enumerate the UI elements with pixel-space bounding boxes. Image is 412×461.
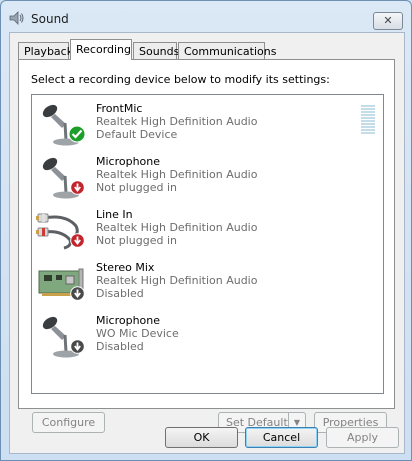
list-item[interactable]: Line In Realtek High Definition Audio No… — [32, 201, 383, 254]
tab-recording[interactable]: Recording — [70, 39, 132, 60]
device-status: Disabled — [96, 287, 144, 300]
configure-button[interactable]: Configure — [32, 412, 105, 433]
list-item[interactable]: Microphone WO Mic Device Disabled — [32, 307, 383, 360]
device-name: Line In — [96, 208, 133, 221]
unplugged-arrow-icon — [70, 180, 85, 195]
cancel-button[interactable]: Cancel — [245, 427, 318, 448]
unplugged-arrow-icon — [70, 233, 85, 248]
device-driver: Realtek High Definition Audio — [96, 168, 258, 181]
list-item[interactable]: Microphone Realtek High Definition Audio… — [32, 148, 383, 201]
device-driver: Realtek High Definition Audio — [96, 274, 258, 287]
device-status: Not plugged in — [96, 234, 178, 247]
recording-device-list[interactable]: FrontMic Realtek High Definition Audio D… — [31, 94, 384, 394]
disabled-arrow-icon — [70, 286, 85, 301]
device-name: Microphone — [96, 155, 161, 168]
device-status: Not plugged in — [96, 181, 178, 194]
recording-tab-panel: Select a recording device below to modif… — [18, 59, 395, 433]
instruction-text: Select a recording device below to modif… — [31, 73, 330, 86]
speaker-icon — [9, 11, 24, 25]
close-button[interactable]: ✕ — [373, 12, 403, 30]
list-item[interactable]: FrontMic Realtek High Definition Audio D… — [32, 95, 383, 148]
tab-sounds[interactable]: Sounds — [133, 42, 179, 59]
apply-button[interactable]: Apply — [326, 427, 399, 448]
list-item[interactable]: Stereo Mix Realtek High Definition Audio… — [32, 254, 383, 307]
input-level-meter — [361, 105, 375, 135]
device-name: FrontMic — [96, 102, 143, 115]
device-name: Stereo Mix — [96, 261, 155, 274]
ok-button[interactable]: OK — [165, 427, 238, 448]
disabled-arrow-icon — [70, 339, 85, 354]
window-title: Sound — [31, 12, 69, 26]
device-driver: Realtek High Definition Audio — [96, 221, 258, 234]
title-bar[interactable]: Sound ✕ — [1, 1, 411, 33]
device-driver: WO Mic Device — [96, 327, 179, 340]
device-status: Disabled — [96, 340, 144, 353]
tab-communications[interactable]: Communications — [178, 42, 276, 59]
device-status: Default Device — [96, 128, 178, 141]
device-driver: Realtek High Definition Audio — [96, 115, 258, 128]
device-name: Microphone — [96, 314, 161, 327]
default-check-icon — [68, 125, 86, 143]
dialog-client-area: Playback Recording Sounds Communications… — [9, 32, 405, 454]
sound-dialog-window: Sound ✕ Playback Recording Sounds Commun… — [0, 0, 412, 461]
tab-playback[interactable]: Playback — [18, 42, 73, 59]
